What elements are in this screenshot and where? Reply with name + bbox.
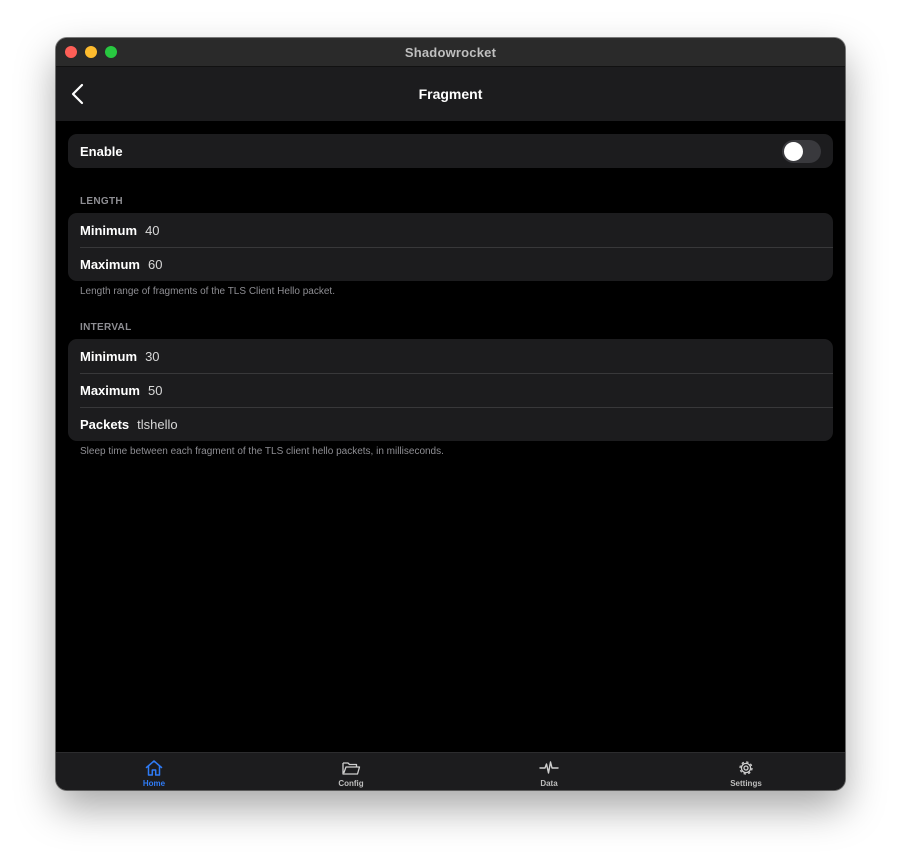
tab-data[interactable]: Data xyxy=(489,753,609,790)
back-button[interactable] xyxy=(68,82,90,106)
tab-label: Data xyxy=(540,779,558,788)
enable-row: Enable xyxy=(68,134,833,168)
maximize-window-button[interactable] xyxy=(105,46,117,58)
row-label: Minimum xyxy=(80,348,138,364)
length-section-header: LENGTH xyxy=(80,196,123,207)
traffic-lights xyxy=(65,46,117,58)
row-label: Packets xyxy=(80,416,130,432)
interval-minimum-value[interactable]: 30 xyxy=(145,349,159,364)
interval-minimum-row[interactable]: Minimum 30 xyxy=(68,339,833,373)
row-label: Maximum xyxy=(80,382,140,398)
tab-settings[interactable]: Settings xyxy=(686,753,806,790)
house-icon xyxy=(145,760,163,776)
tab-config[interactable]: Config xyxy=(291,753,411,790)
chevron-left-icon xyxy=(71,83,84,105)
window-title: Shadowrocket xyxy=(404,44,497,60)
length-group: Minimum 40 Maximum 60 xyxy=(68,213,833,281)
window-titlebar: Shadowrocket xyxy=(56,38,845,67)
close-window-button[interactable] xyxy=(65,46,77,58)
length-footer-note: Length range of fragments of the TLS Cli… xyxy=(80,286,335,297)
waveform-icon xyxy=(539,761,559,774)
enable-label: Enable xyxy=(80,143,123,159)
tab-label: Config xyxy=(338,779,364,788)
toggle-knob xyxy=(784,142,803,161)
tab-home[interactable]: Home xyxy=(94,753,214,790)
interval-footer-note: Sleep time between each fragment of the … xyxy=(80,446,444,457)
tab-label: Home xyxy=(142,779,166,788)
interval-group: Minimum 30 Maximum 50 Packets tlshello xyxy=(68,339,833,441)
row-label: Minimum xyxy=(80,222,138,238)
row-label: Maximum xyxy=(80,256,140,272)
enable-toggle[interactable] xyxy=(782,140,821,163)
interval-maximum-value[interactable]: 50 xyxy=(148,383,162,398)
tab-bar: Home Config Data Settings xyxy=(56,752,845,790)
length-maximum-value[interactable]: 60 xyxy=(148,257,162,272)
minimize-window-button[interactable] xyxy=(85,46,97,58)
enable-group: Enable xyxy=(68,134,833,168)
tab-label: Settings xyxy=(730,779,762,788)
interval-maximum-row[interactable]: Maximum 50 xyxy=(68,373,833,407)
length-minimum-value[interactable]: 40 xyxy=(145,223,159,238)
length-minimum-row[interactable]: Minimum 40 xyxy=(68,213,833,247)
interval-section-header: INTERVAL xyxy=(80,322,132,333)
interval-packets-value[interactable]: tlshello xyxy=(137,417,177,432)
settings-content: Enable LENGTH Minimum 40 Maximum 60 Leng… xyxy=(56,121,845,752)
page-title: Fragment xyxy=(418,86,483,102)
app-window: Shadowrocket Fragment Enable LENGTH Mini… xyxy=(56,38,845,790)
length-maximum-row[interactable]: Maximum 60 xyxy=(68,247,833,281)
navigation-bar: Fragment xyxy=(56,67,845,121)
folder-icon xyxy=(342,762,361,775)
gear-icon xyxy=(739,761,753,775)
interval-packets-row[interactable]: Packets tlshello xyxy=(68,407,833,441)
